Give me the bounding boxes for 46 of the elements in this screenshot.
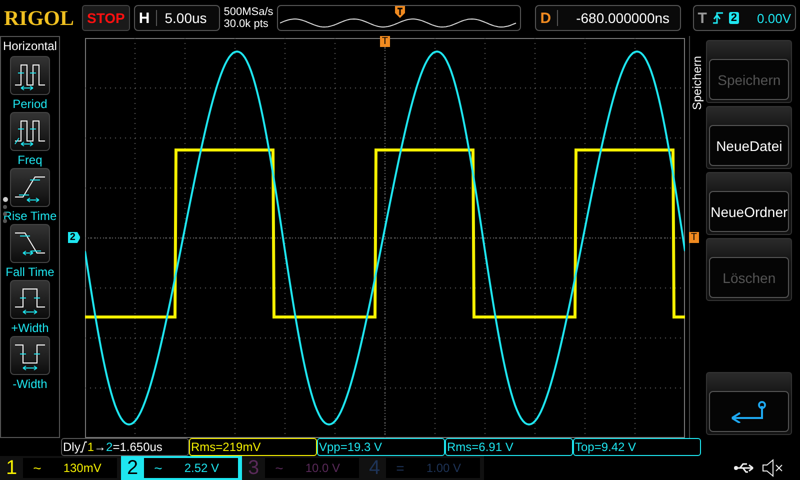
measure-label: +Width: [11, 321, 49, 335]
delay-label: D: [540, 10, 552, 26]
delay-value: -680.000000ns: [557, 10, 676, 26]
edge-icon: [80, 441, 88, 453]
menu-title: Horizontal: [2, 39, 57, 53]
trigger-level-marker[interactable]: T: [688, 232, 700, 243]
channel-marker[interactable]: 2: [68, 232, 80, 243]
measure-label: -Width: [12, 377, 48, 391]
trigger-panel[interactable]: T 2 0.00V: [692, 5, 796, 31]
trigger-position-marker[interactable]: T: [380, 36, 390, 47]
trigger-level: 0.00V: [757, 10, 791, 26]
measurement-value: Dly 1→2=1.650us: [61, 438, 189, 456]
menu-button[interactable]: NeueOrdner: [709, 191, 790, 232]
measurement-value: Rms=219mV: [189, 438, 317, 456]
brand-logo: RIGOL: [4, 6, 74, 30]
horizontal-label: H: [138, 10, 150, 26]
timebase-value: 5.00us: [156, 10, 215, 26]
overview-wave-icon: [280, 16, 518, 28]
measure-button[interactable]: [10, 224, 50, 263]
measurement-value: Rms=6.91 V: [445, 438, 573, 456]
measure-label: Freq: [18, 153, 42, 167]
measure-button[interactable]: [10, 56, 50, 95]
measure-button[interactable]: [10, 112, 50, 151]
measurement-value: Vpp=19.3 V: [317, 438, 445, 456]
timebase-panel[interactable]: H 5.00us: [134, 5, 220, 31]
channel-tab[interactable]: 2 ~ 2.52 V: [121, 456, 242, 480]
measure-button[interactable]: [10, 168, 50, 207]
back-button[interactable]: [709, 391, 790, 432]
measure-button[interactable]: [10, 336, 50, 375]
menu-title: Speichern: [690, 54, 704, 112]
sample-rate: 500MSa/s: [224, 6, 274, 18]
menu-button[interactable]: NeueDatei: [709, 125, 790, 166]
trigger-position-icon: [395, 6, 406, 18]
channel-tab[interactable]: 1 ~ 130mV: [0, 456, 121, 480]
usb-icon: [734, 462, 756, 474]
measure-label: Fall Time: [6, 265, 54, 279]
trigger-label: T: [698, 10, 707, 26]
measure-label: Period: [12, 97, 48, 111]
measure-button[interactable]: [10, 280, 50, 319]
rising-edge-icon: [712, 11, 723, 25]
memory-depth: 30.0k pts: [224, 18, 270, 30]
speaker-muted-icon: [762, 459, 784, 477]
measurement-value: Top=9.42 V: [573, 438, 701, 456]
delay-panel[interactable]: D -680.000000ns: [535, 5, 681, 31]
run-status[interactable]: STOP: [82, 5, 130, 31]
trigger-source: 2: [728, 12, 740, 24]
